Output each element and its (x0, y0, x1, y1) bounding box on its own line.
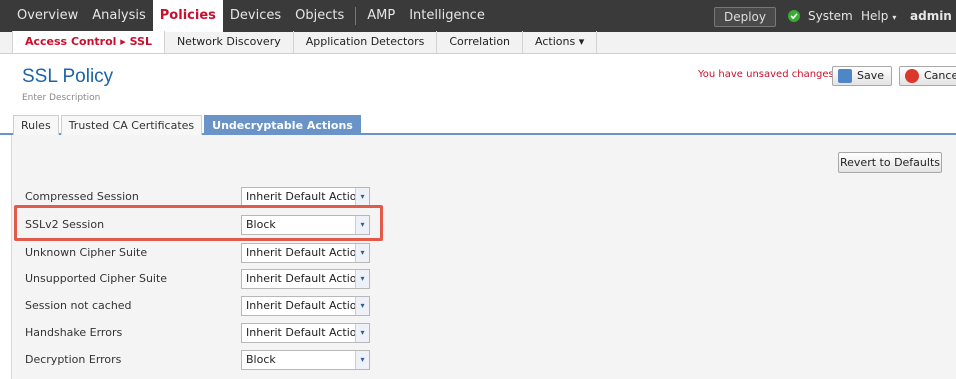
select-handshake-errors[interactable]: Inherit Default Action ▾ (241, 323, 370, 343)
select-value: Block (246, 353, 276, 366)
row-label-session-not-cached: Session not cached (25, 299, 132, 312)
content-panel (11, 135, 956, 379)
chevron-down-icon: ▾ (892, 13, 897, 22)
system-menu[interactable]: System (808, 0, 853, 32)
chevron-down-icon: ▾ (355, 244, 369, 262)
select-value: Inherit Default Action (246, 246, 364, 259)
save-icon (838, 69, 852, 83)
row-label-handshake-errors: Handshake Errors (25, 326, 123, 339)
help-label: Help (861, 9, 889, 23)
highlight-box (14, 205, 383, 241)
subnav-application-detectors[interactable]: Application Detectors (294, 31, 438, 53)
help-menu[interactable]: Help ▾ (861, 0, 896, 32)
cancel-button[interactable]: Cancel (899, 66, 956, 86)
sub-nav-bar: Access Control ▸ SSL Network Discovery A… (0, 31, 956, 54)
chevron-down-icon: ▾ (355, 297, 369, 315)
tab-trusted-ca-certificates[interactable]: Trusted CA Certificates (60, 115, 203, 135)
unsaved-changes-notice: You have unsaved changes (698, 69, 834, 80)
row-label-unknown-cipher-suite: Unknown Cipher Suite (25, 246, 148, 259)
select-session-not-cached[interactable]: Inherit Default Action ▾ (241, 296, 370, 316)
select-unknown-cipher-suite[interactable]: Inherit Default Action ▾ (241, 243, 370, 263)
check-circle-icon (788, 10, 800, 22)
cancel-icon (905, 69, 919, 83)
chevron-down-icon: ▾ (355, 351, 369, 369)
subnav-actions[interactable]: Actions ▾ (523, 31, 598, 53)
page-title: SSL Policy (22, 66, 114, 87)
select-decryption-errors[interactable]: Block ▾ (241, 350, 370, 370)
description-field[interactable]: Enter Description (22, 93, 100, 103)
row-label-compressed-session: Compressed Session (25, 190, 139, 203)
chevron-down-icon: ▾ (355, 270, 369, 288)
user-label: admin (910, 9, 952, 23)
nav-intelligence[interactable]: Intelligence (402, 0, 492, 32)
revert-to-defaults-button[interactable]: Revert to Defaults (838, 152, 942, 173)
select-value: Inherit Default Action (246, 326, 364, 339)
tab-undecryptable-actions[interactable]: Undecryptable Actions (204, 115, 361, 135)
nav-divider (355, 7, 357, 25)
deploy-button[interactable]: Deploy (714, 7, 776, 27)
select-value: Inherit Default Action (246, 299, 364, 312)
subnav-access-control-ssl[interactable]: Access Control ▸ SSL (12, 31, 165, 53)
select-value: Inherit Default Action (246, 190, 364, 203)
select-compressed-session[interactable]: Inherit Default Action ▾ (241, 187, 370, 207)
save-button[interactable]: Save (832, 66, 892, 86)
nav-devices[interactable]: Devices (223, 0, 288, 32)
select-unsupported-cipher-suite[interactable]: Inherit Default Action ▾ (241, 269, 370, 289)
chevron-down-icon: ▾ (355, 188, 369, 206)
nav-amp[interactable]: AMP (360, 0, 402, 32)
nav-policies[interactable]: Policies (152, 0, 223, 32)
row-label-unsupported-cipher-suite: Unsupported Cipher Suite (25, 272, 168, 285)
policy-tabs: Rules Trusted CA Certificates Undecrypta… (0, 115, 956, 135)
user-menu[interactable]: admin▾ (910, 0, 956, 32)
row-label-decryption-errors: Decryption Errors (25, 353, 122, 366)
subnav-network-discovery[interactable]: Network Discovery (165, 31, 294, 53)
subnav-correlation[interactable]: Correlation (437, 31, 524, 53)
select-value: Inherit Default Action (246, 272, 364, 285)
nav-objects[interactable]: Objects (288, 0, 351, 32)
save-label: Save (857, 69, 885, 82)
nav-overview[interactable]: Overview (10, 0, 85, 32)
chevron-down-icon: ▾ (355, 324, 369, 342)
tab-rules[interactable]: Rules (13, 115, 59, 135)
nav-analysis[interactable]: Analysis (85, 0, 153, 32)
cancel-label: Cancel (924, 69, 956, 82)
